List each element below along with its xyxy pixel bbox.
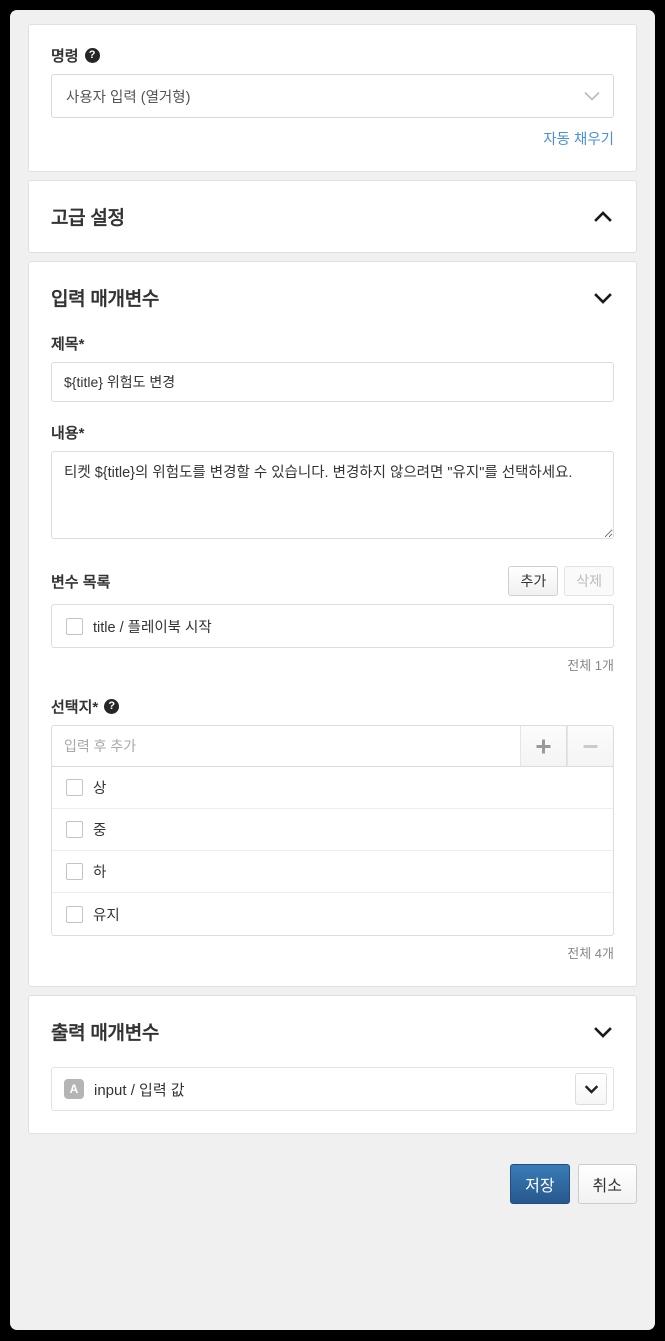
title-input[interactable] xyxy=(51,362,614,402)
list-item[interactable]: 하 xyxy=(52,851,613,893)
choices-list-box: 상 중 하 유지 xyxy=(51,766,614,936)
autofill-row: 자동 채우기 xyxy=(51,128,614,149)
variable-list-group: 변수 목록 추가 삭제 title / 플레이북 시작 전체 1개 xyxy=(51,566,614,674)
variable-add-button[interactable]: 추가 xyxy=(508,566,559,596)
chevron-up-icon[interactable] xyxy=(592,210,614,224)
output-param-row[interactable]: A input / 입력 값 xyxy=(51,1067,614,1111)
input-params-header[interactable]: 입력 매개변수 xyxy=(29,262,636,333)
chevron-down-icon[interactable] xyxy=(592,291,614,305)
output-params-body: A input / 입력 값 xyxy=(29,1067,636,1133)
save-button[interactable]: 저장 xyxy=(510,1164,570,1204)
dialog-scroll-area[interactable]: 명령 ? 사용자 입력 (열거형) 자동 채우기 고급 설정 입력 매개변수 제… xyxy=(10,10,655,1330)
checkbox[interactable] xyxy=(66,821,83,838)
output-params-header[interactable]: 출력 매개변수 xyxy=(29,996,636,1067)
list-item-label: 하 xyxy=(93,865,107,881)
checkbox[interactable] xyxy=(66,905,83,923)
choices-input[interactable] xyxy=(51,725,520,767)
title-field-label: 제목* xyxy=(51,336,85,353)
advanced-settings-header[interactable]: 고급 설정 xyxy=(29,181,636,252)
variable-list-label-row: 변수 목록 추가 삭제 xyxy=(51,566,614,596)
content-textarea[interactable] xyxy=(51,451,614,539)
input-params-title: 입력 매개변수 xyxy=(51,289,160,310)
input-params-body: 제목* 내용* 변수 목록 추가 삭제 xyxy=(29,333,636,986)
dialog-footer: 저장 취소 xyxy=(28,1142,637,1228)
output-param-expand-button[interactable] xyxy=(575,1073,607,1105)
output-params-title: 출력 매개변수 xyxy=(51,1023,160,1044)
list-item-label: 유지 xyxy=(93,907,120,924)
choices-remove-button[interactable] xyxy=(567,725,614,767)
cancel-button[interactable]: 취소 xyxy=(577,1164,637,1204)
choices-input-group xyxy=(51,725,614,767)
dialog-viewport: 명령 ? 사용자 입력 (열거형) 자동 채우기 고급 설정 입력 매개변수 제… xyxy=(10,10,655,1330)
command-card-body: 명령 ? 사용자 입력 (열거형) 자동 채우기 xyxy=(29,25,636,171)
checkbox[interactable] xyxy=(66,779,83,796)
chevron-down-icon xyxy=(584,91,600,101)
minus-icon xyxy=(583,744,598,748)
type-badge-icon: A xyxy=(64,1079,84,1099)
checkbox[interactable] xyxy=(66,863,83,880)
content-field-group: 내용* xyxy=(51,422,614,544)
advanced-settings-title: 고급 설정 xyxy=(51,208,125,229)
output-params-card: 출력 매개변수 A input / 입력 값 xyxy=(28,995,637,1134)
variable-list-actions: 추가 삭제 xyxy=(508,566,614,596)
list-item-label: 중 xyxy=(93,823,107,839)
variable-list-box: title / 플레이북 시작 xyxy=(51,604,614,648)
command-label-row: 명령 ? xyxy=(51,45,614,66)
list-item-label: title / 플레이북 시작 xyxy=(93,619,212,636)
command-card: 명령 ? 사용자 입력 (열거형) 자동 채우기 xyxy=(28,24,637,172)
checkbox[interactable] xyxy=(66,617,83,635)
chevron-down-icon xyxy=(584,1085,598,1094)
choices-count: 전체 4개 xyxy=(567,946,614,961)
choices-label: 선택지* xyxy=(51,699,99,716)
help-circle-icon[interactable]: ? xyxy=(104,699,120,714)
variable-list-count: 전체 1개 xyxy=(567,658,614,673)
content-field-label: 내용* xyxy=(51,425,85,442)
variable-list-label: 변수 목록 xyxy=(51,573,111,591)
output-param-label: input / 입력 값 xyxy=(94,1081,185,1099)
list-item[interactable]: 중 xyxy=(52,809,613,851)
list-item[interactable]: 상 xyxy=(52,767,613,809)
command-select[interactable]: 사용자 입력 (열거형) xyxy=(51,74,614,118)
list-item[interactable]: 유지 xyxy=(52,893,613,935)
command-select-value: 사용자 입력 (열거형) xyxy=(66,89,191,106)
list-item[interactable]: title / 플레이북 시작 xyxy=(52,605,613,647)
chevron-down-icon[interactable] xyxy=(592,1025,614,1039)
variable-delete-button[interactable]: 삭제 xyxy=(564,566,614,596)
title-field-group: 제목* xyxy=(51,333,614,402)
plus-icon xyxy=(536,739,551,753)
choices-group: 선택지* ? 입력 후 추가 상 중 하 유지 전체 4개 xyxy=(51,696,614,962)
help-circle-icon[interactable]: ? xyxy=(84,48,100,63)
list-item-label: 상 xyxy=(93,781,107,797)
autofill-link[interactable]: 자동 채우기 xyxy=(543,132,614,148)
input-params-card: 입력 매개변수 제목* 내용* xyxy=(28,261,637,987)
advanced-settings-card: 고급 설정 xyxy=(28,180,637,253)
choices-label-row: 선택지* ? xyxy=(51,696,614,717)
choices-add-button[interactable] xyxy=(520,725,567,767)
command-label: 명령 xyxy=(51,48,79,65)
